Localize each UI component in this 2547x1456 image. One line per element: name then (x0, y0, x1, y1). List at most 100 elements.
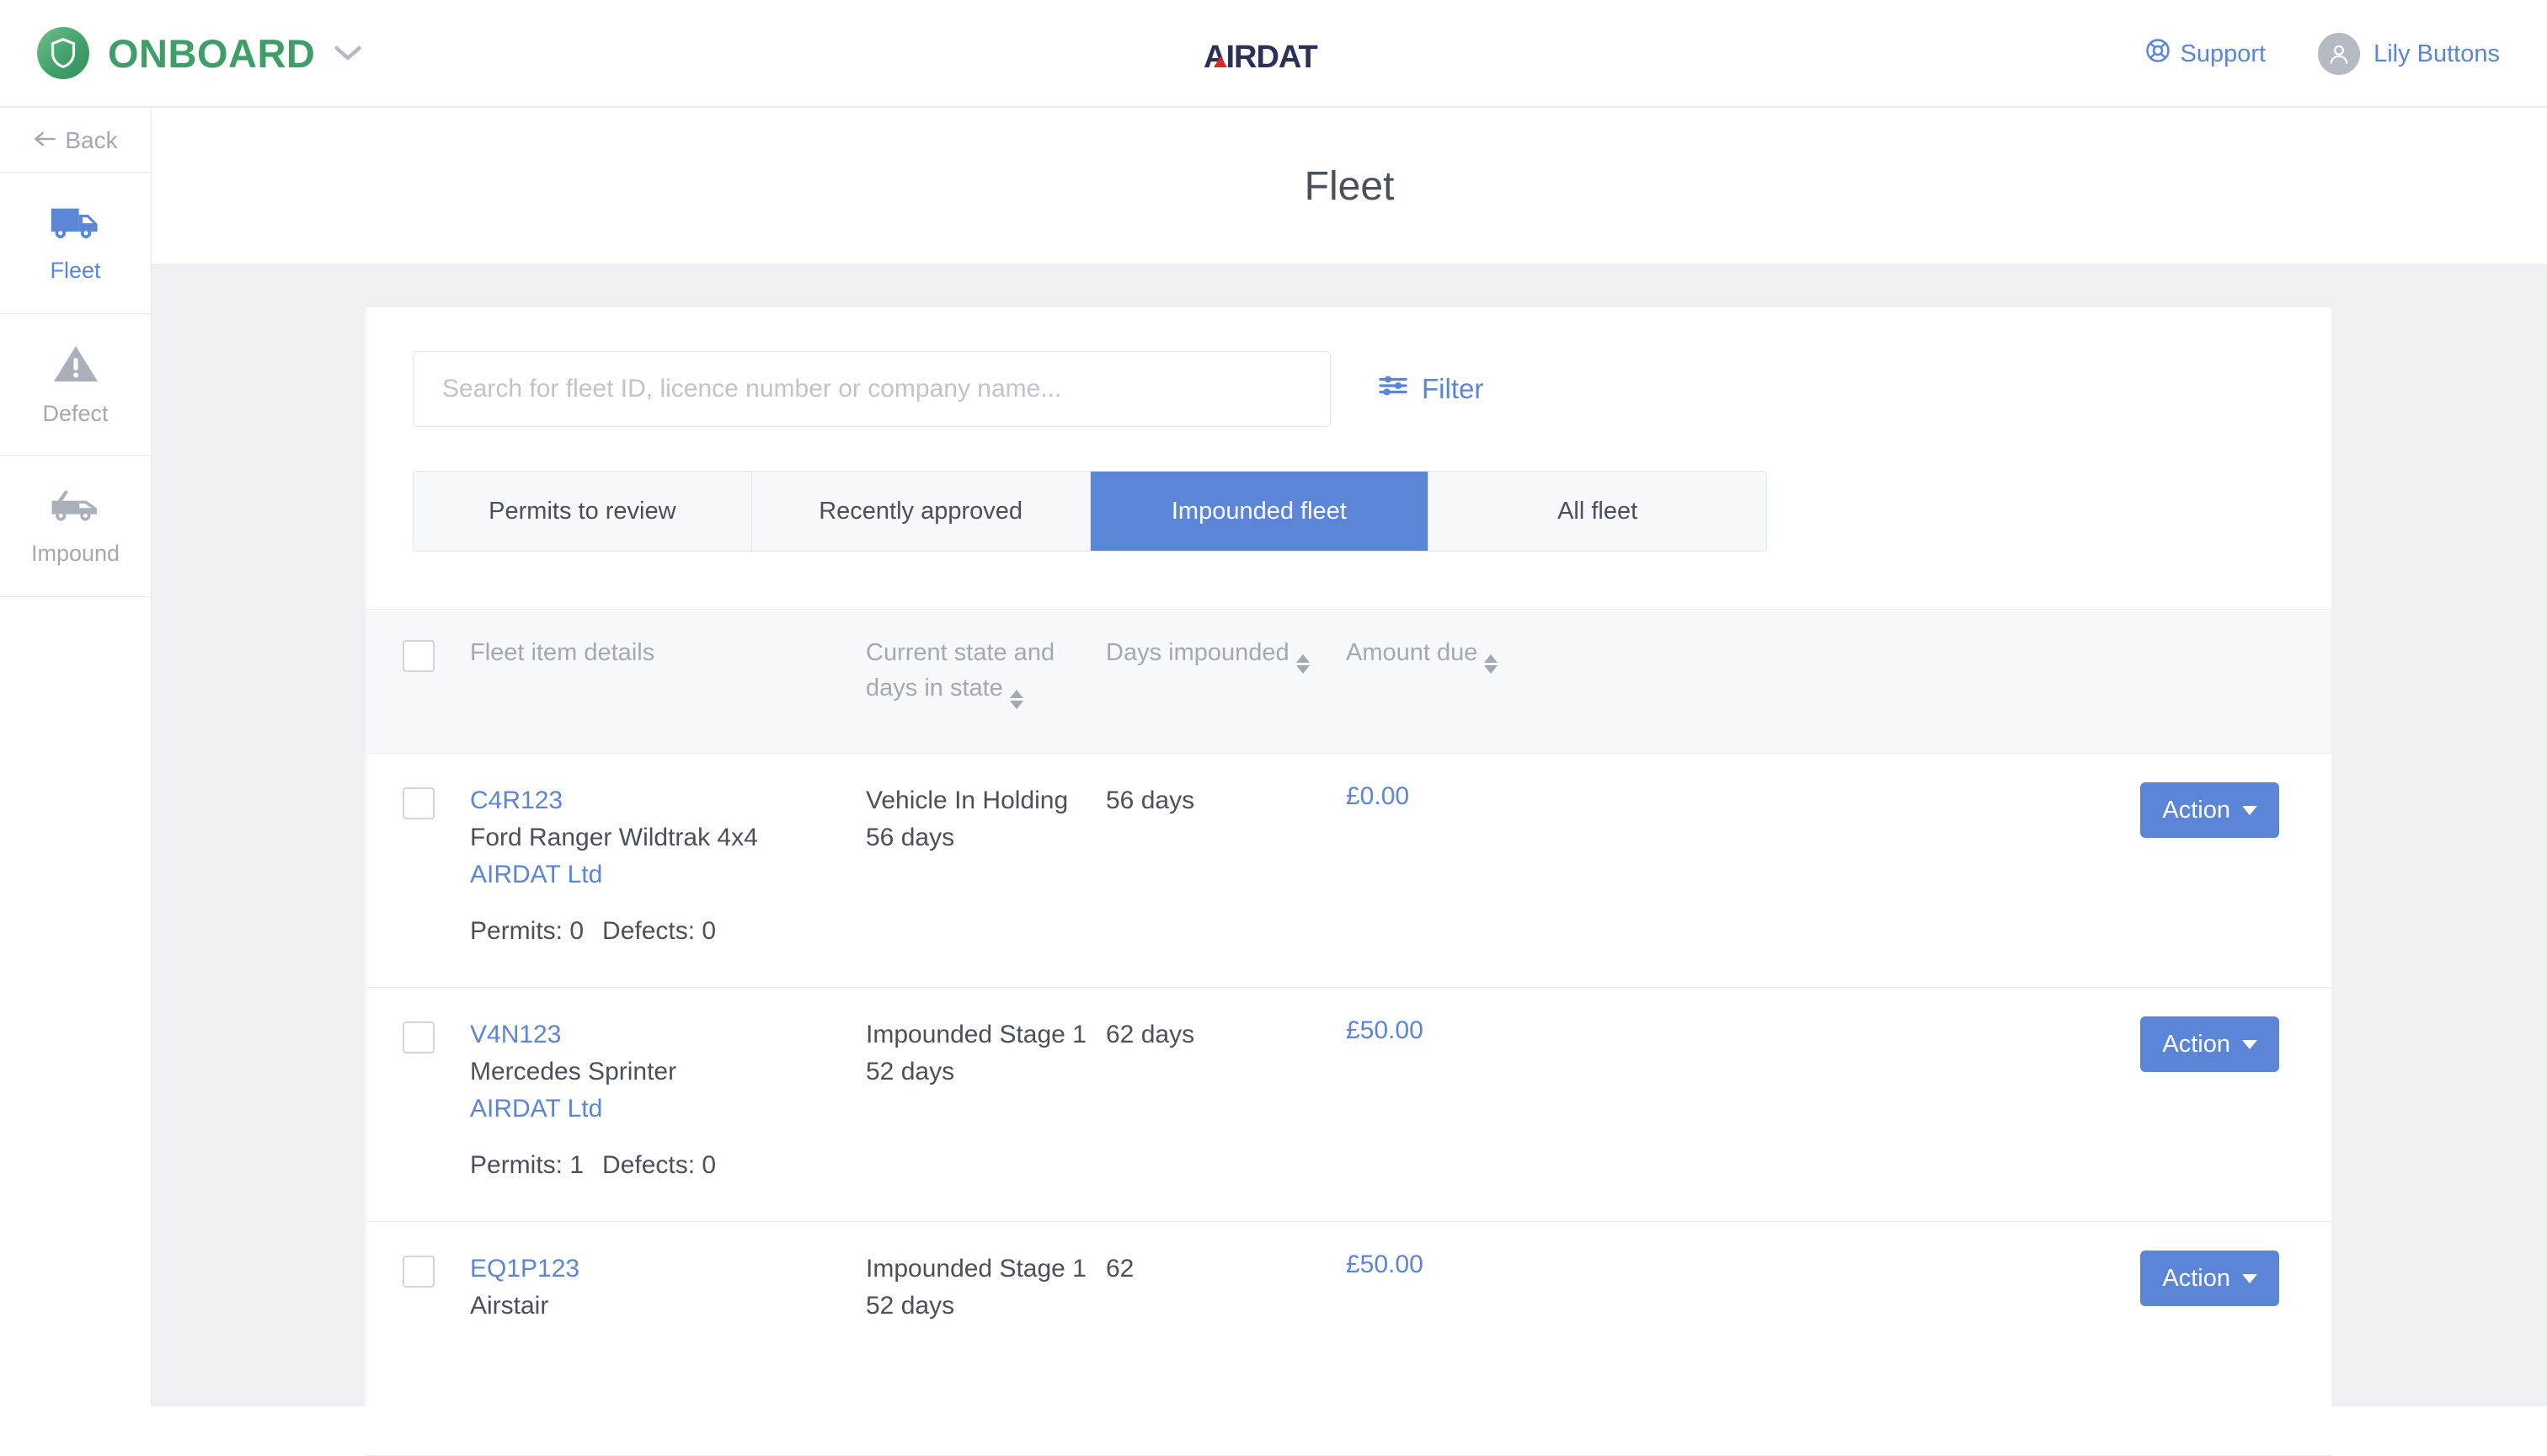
action-button[interactable]: Action (2140, 782, 2279, 838)
row-select-cell (366, 1251, 470, 1455)
permits-count: Permits: 0 (470, 917, 585, 946)
days-impounded-cell: 56 days (1106, 782, 1346, 987)
support-link[interactable]: Support (2145, 38, 2267, 70)
sort-icon[interactable] (1295, 654, 1310, 674)
permit-defect-counts: Permits: 0 Defects: 0 (470, 917, 866, 946)
days-impounded-value: 62 days (1106, 1021, 1195, 1048)
company-link[interactable]: AIRDAT Ltd (470, 1091, 866, 1128)
sidebar-item-label-defect: Defect (42, 400, 109, 426)
amount-due-value[interactable]: £0.00 (1346, 782, 1784, 811)
days-impounded-cell: 62 days (1106, 1016, 1346, 1221)
row-checkbox[interactable] (403, 1256, 435, 1288)
fleet-details-cell: V4N123 Mercedes Sprinter AIRDAT Ltd Perm… (470, 1016, 866, 1221)
sidebar-item-label-impound: Impound (30, 540, 120, 566)
amount-due-cell: £0.00 (1346, 782, 1784, 987)
current-state: Vehicle In Holding (866, 787, 1069, 814)
tab-impounded-fleet[interactable]: Impounded fleet (1090, 472, 1429, 551)
search-row: Filter (366, 307, 2331, 427)
row-action-cell: Action (1784, 1016, 2331, 1221)
sidebar-item-fleet[interactable]: Fleet (0, 173, 151, 314)
amount-due-cell: £50.00 (1346, 1016, 1784, 1221)
brand-logo-group[interactable]: ONBOARD (37, 27, 364, 79)
action-button[interactable]: Action (2140, 1251, 2279, 1306)
page-title: Fleet (1304, 164, 1395, 209)
current-state: Impounded Stage 1 (866, 1021, 1087, 1048)
row-checkbox[interactable] (403, 787, 435, 819)
column-header-state[interactable]: Current state and days in state (866, 635, 1106, 753)
page-body: Filter Permits to review Recently approv… (152, 264, 2547, 1456)
current-state: Impounded Stage 1 (866, 1255, 1087, 1283)
chevron-down-icon[interactable] (332, 43, 364, 63)
column-header-details: Fleet item details (470, 639, 655, 666)
column-header-days[interactable]: Days impounded (1106, 635, 1346, 753)
fleet-id-link[interactable]: V4N123 (470, 1016, 866, 1053)
sidebar-back-button[interactable]: Back (0, 109, 151, 173)
sort-icon[interactable] (1484, 654, 1498, 674)
fleet-table: Fleet item details Current state and day… (366, 609, 2331, 1456)
fleet-id-link[interactable]: C4R123 (470, 782, 866, 819)
days-in-state: 56 days (866, 824, 955, 852)
row-checkbox[interactable] (403, 1021, 435, 1053)
amount-due-value[interactable]: £50.00 (1346, 1016, 1784, 1045)
permit-defect-counts (470, 1348, 866, 1377)
tab-recently-approved[interactable]: Recently approved (751, 472, 1091, 551)
days-impounded-cell: 62 (1106, 1251, 1346, 1455)
vehicle-name: Airstair (470, 1292, 549, 1320)
lifebuoy-icon (2145, 38, 2171, 70)
fleet-id-link[interactable]: EQ1P123 (470, 1251, 866, 1288)
brand-name: ONBOARD (108, 30, 316, 76)
column-header-state-label: Current state and days in state (866, 639, 1055, 702)
action-button[interactable]: Action (2140, 1016, 2279, 1072)
row-select-cell (366, 782, 470, 987)
warning-triangle-icon (52, 343, 99, 389)
column-header-action (1784, 635, 2331, 753)
table-row: V4N123 Mercedes Sprinter AIRDAT Ltd Perm… (366, 988, 2331, 1222)
caret-down-icon (2242, 805, 2257, 815)
user-name: Lily Buttons (2373, 40, 2500, 67)
state-cell: Vehicle In Holding 56 days (866, 782, 1106, 987)
topbar-right-group: Support Lily Buttons (2145, 0, 2500, 108)
vehicle-name: Mercedes Sprinter (470, 1058, 677, 1086)
search-input[interactable] (413, 351, 1331, 427)
permit-defect-counts: Permits: 1 Defects: 0 (470, 1151, 866, 1180)
permits-count: Permits: 1 (470, 1151, 585, 1180)
column-header-amount[interactable]: Amount due (1346, 635, 1784, 753)
fleet-tab-group: Permits to review Recently approved Impo… (413, 471, 1767, 552)
tow-truck-icon (49, 486, 103, 529)
fleet-card: Filter Permits to review Recently approv… (366, 307, 2331, 1456)
user-avatar-icon (2318, 33, 2361, 75)
select-all-checkbox[interactable] (403, 640, 435, 672)
caret-down-icon (2242, 1273, 2257, 1283)
amount-due-value[interactable]: £50.00 (1346, 1251, 1784, 1279)
table-header-row: Fleet item details Current state and day… (366, 609, 2331, 754)
tab-all-fleet[interactable]: All fleet (1428, 472, 1766, 551)
days-impounded-value: 62 (1106, 1255, 1135, 1283)
shield-icon (37, 27, 89, 79)
filter-button[interactable]: Filter (1378, 373, 1483, 405)
table-row: EQ1P123 Airstair Impounded Stage 1 52 da… (366, 1222, 2331, 1456)
user-menu[interactable]: Lily Buttons (2318, 33, 2500, 75)
top-navigation-bar: ONBOARD AIRDAT Support Lily Buttons (0, 0, 2547, 108)
support-label: Support (2180, 40, 2267, 67)
arrow-left-icon (33, 127, 56, 154)
row-action-cell: Action (1784, 782, 2331, 987)
days-in-state: 52 days (866, 1292, 955, 1320)
sidebar-item-impound[interactable]: Impound (0, 456, 151, 597)
sort-icon[interactable] (1009, 690, 1023, 710)
left-sidebar: Back Fleet Defect Impound (0, 109, 152, 1406)
column-header-days-label: Days impounded (1106, 639, 1290, 666)
sidebar-item-defect[interactable]: Defect (0, 314, 151, 456)
sliders-icon (1378, 373, 1408, 405)
fleet-details-cell: EQ1P123 Airstair (470, 1251, 866, 1455)
page-title-bar: Fleet (152, 109, 2547, 264)
row-select-cell (366, 1016, 470, 1221)
company-link[interactable]: AIRDAT Ltd (470, 856, 866, 893)
row-action-cell: Action (1784, 1251, 2331, 1455)
airdat-logo: AIRDAT (1202, 34, 1345, 81)
state-cell: Impounded Stage 1 52 days (866, 1251, 1106, 1455)
action-button-label: Action (2162, 1030, 2230, 1058)
tab-permits-to-review[interactable]: Permits to review (414, 472, 752, 551)
truck-icon (50, 203, 102, 246)
caret-down-icon (2242, 1039, 2257, 1049)
fleet-details-cell: C4R123 Ford Ranger Wildtrak 4x4 AIRDAT L… (470, 782, 866, 987)
